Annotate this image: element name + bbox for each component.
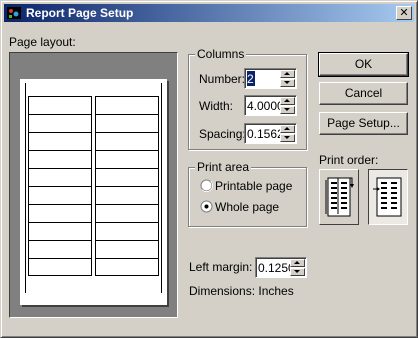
arrow-up-icon — [294, 261, 300, 264]
left-margin-down-button[interactable] — [290, 268, 305, 276]
width-down-button[interactable] — [280, 106, 295, 114]
spacing-spinner[interactable] — [244, 123, 297, 144]
print-order-label: Print order: — [319, 153, 379, 167]
window-title: Report Page Setup — [26, 6, 134, 20]
down-then-across-icon — [324, 174, 354, 223]
left-margin-up-button[interactable] — [290, 259, 305, 267]
close-button[interactable]: ✕ — [396, 6, 412, 20]
spacing-input[interactable] — [247, 126, 281, 141]
arrow-up-icon — [284, 127, 290, 130]
preview-right-margin-line — [161, 83, 162, 293]
width-spinner[interactable] — [244, 95, 297, 116]
spacing-up-button[interactable] — [280, 125, 295, 133]
whole-page-radio[interactable] — [200, 200, 213, 213]
printable-page-radio[interactable] — [200, 179, 213, 192]
print-area-group: Print area — [188, 160, 307, 227]
left-margin-input[interactable] — [258, 260, 291, 275]
close-icon: ✕ — [399, 7, 409, 19]
report-page-setup-dialog: Report Page Setup ✕ Page layout: Columns… — [0, 0, 418, 338]
preview-left-margin-line — [25, 83, 26, 293]
preview-label-column-2 — [95, 96, 159, 276]
page-layout-label: Page layout: — [9, 35, 76, 49]
width-label: Width: — [199, 99, 234, 113]
print-area-group-title: Print area — [195, 160, 252, 174]
number-up-button[interactable] — [280, 70, 295, 78]
title-bar[interactable]: Report Page Setup ✕ — [4, 4, 414, 22]
cancel-button[interactable]: Cancel — [319, 82, 408, 105]
across-then-down-icon — [373, 174, 405, 223]
number-input[interactable] — [247, 71, 255, 86]
width-up-button[interactable] — [280, 97, 295, 105]
app-icon — [6, 5, 22, 21]
number-down-button[interactable] — [280, 79, 295, 87]
arrow-up-icon — [284, 72, 290, 75]
width-input[interactable] — [247, 98, 281, 113]
arrow-down-icon — [284, 136, 290, 139]
arrow-down-icon — [284, 81, 290, 84]
preview-label-column-1 — [28, 96, 92, 276]
print-order-across-then-down-button[interactable] — [368, 169, 408, 225]
spacing-label: Spacing: — [199, 127, 246, 141]
arrow-down-icon — [294, 270, 300, 273]
arrow-down-icon — [284, 108, 290, 111]
page-layout-preview — [9, 52, 178, 318]
number-label-text: Number: — [199, 72, 246, 86]
whole-page-label[interactable]: Whole page — [215, 200, 279, 214]
printable-page-label[interactable]: Printable page — [215, 179, 292, 193]
number-spinner[interactable] — [244, 68, 297, 89]
preview-page — [20, 79, 167, 305]
page-setup-button[interactable]: Page Setup... — [319, 112, 408, 135]
ok-button[interactable]: OK — [318, 52, 409, 77]
left-margin-spinner[interactable] — [255, 257, 307, 278]
dimensions-text: Dimensions: Inches — [189, 284, 294, 298]
arrow-up-icon — [284, 99, 290, 102]
spacing-down-button[interactable] — [280, 134, 295, 142]
left-margin-label: Left margin: — [189, 260, 253, 274]
columns-group-title: Columns — [195, 47, 247, 61]
print-order-down-then-across-button[interactable] — [319, 169, 359, 225]
